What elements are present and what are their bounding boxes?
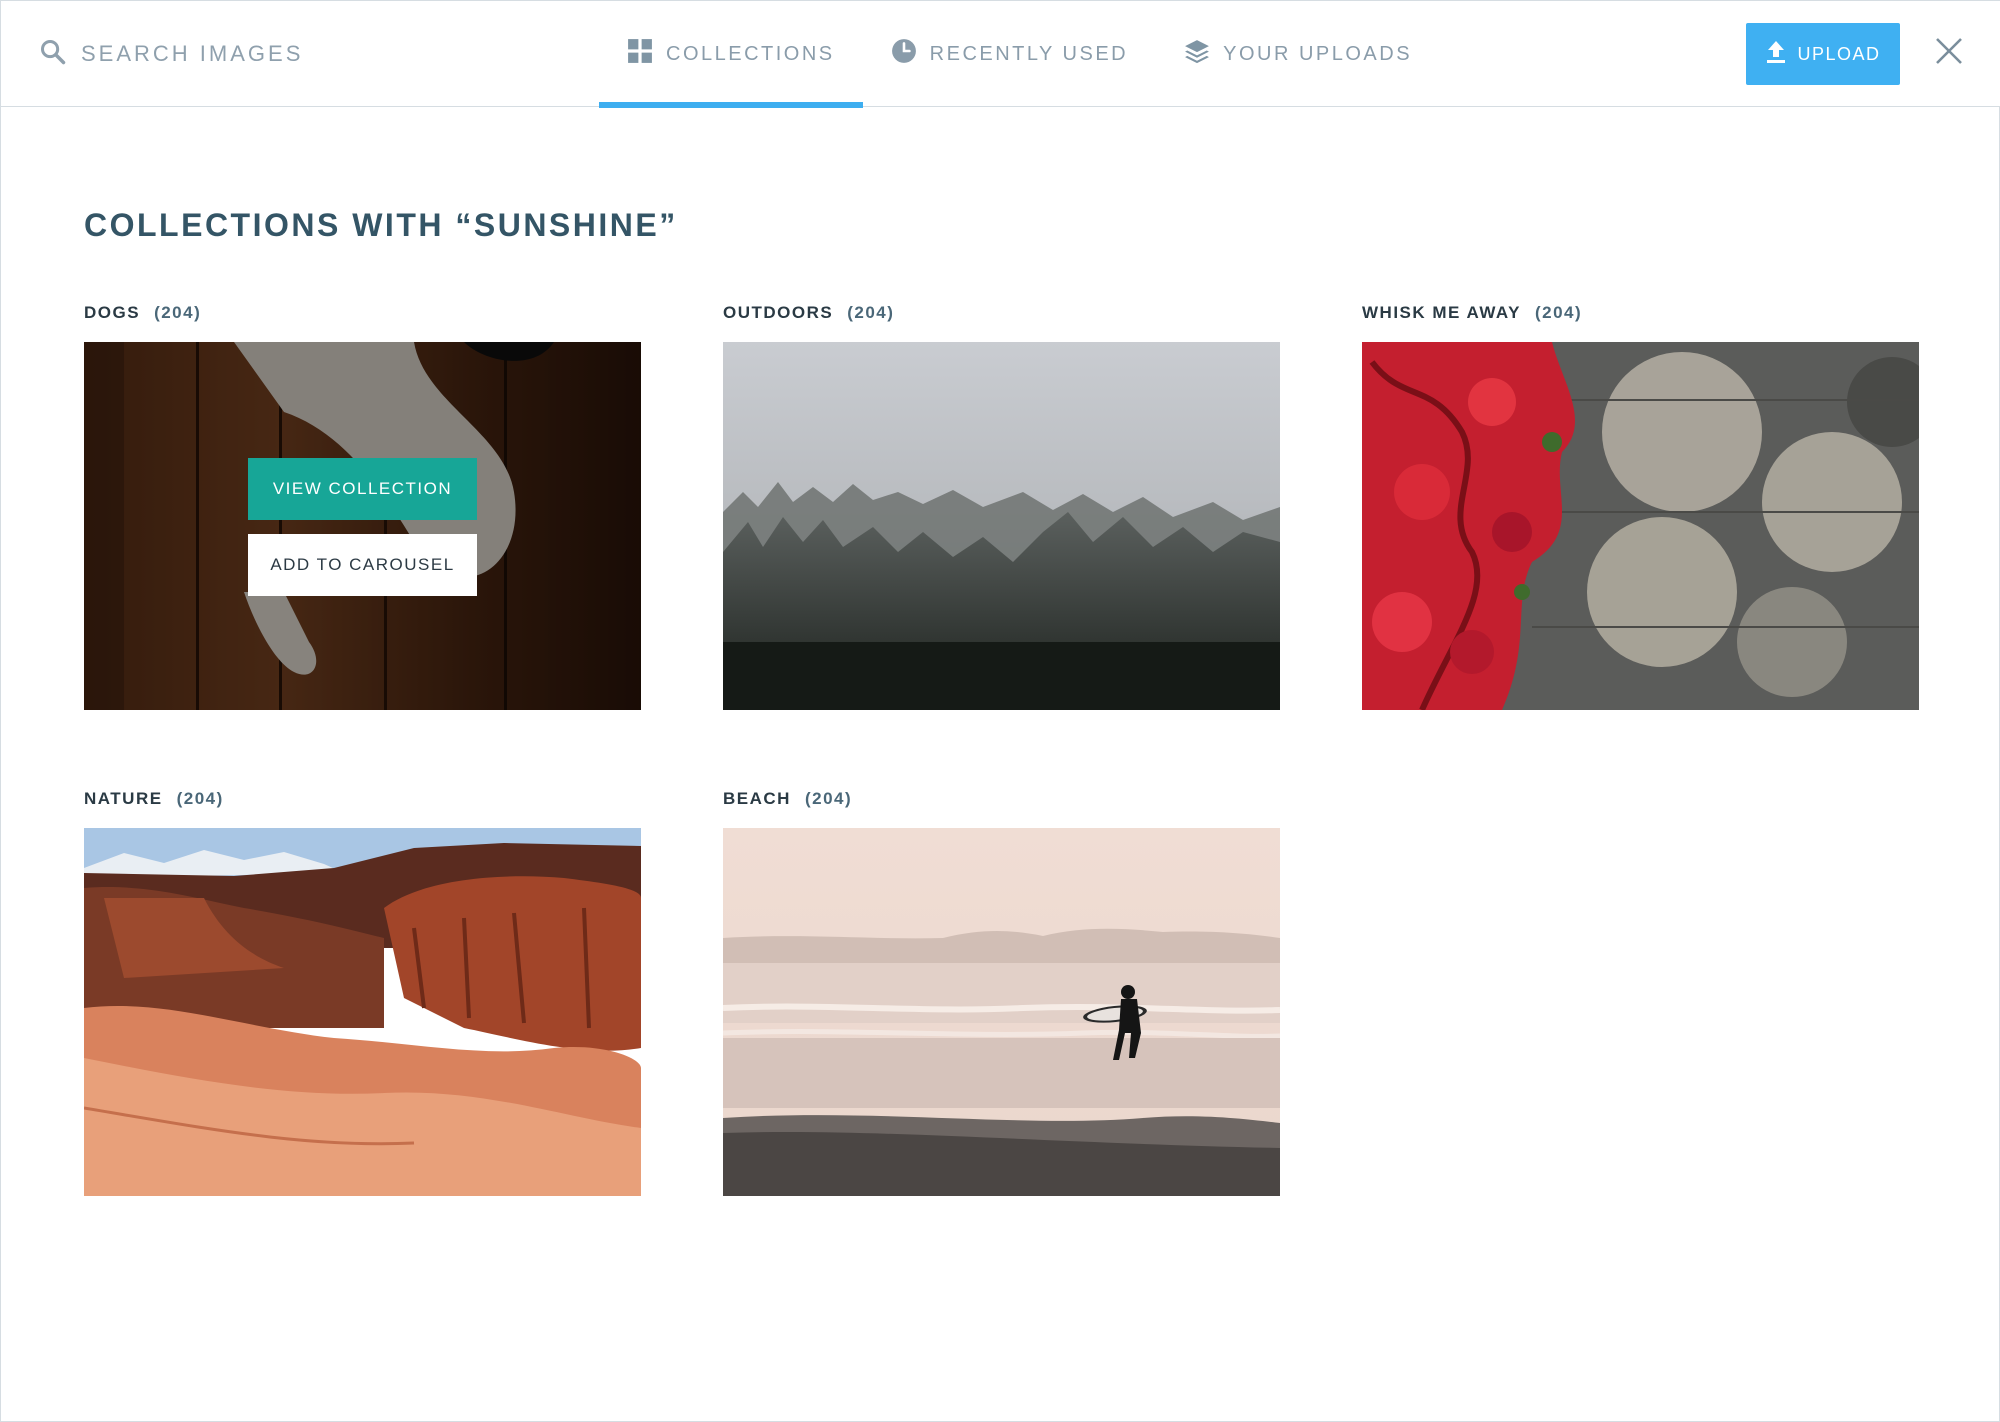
forest-photo (723, 342, 1280, 710)
collection-label: NATURE (204) (84, 784, 641, 814)
collection-thumbnail[interactable] (723, 342, 1280, 710)
top-bar: COLLECTIONS RECENTLY USED YOUR UPLOADS U… (1, 1, 2000, 108)
tab-recently-used[interactable]: RECENTLY USED (863, 1, 1156, 107)
collection-name: WHISK ME AWAY (1362, 303, 1521, 322)
upload-label: UPLOAD (1797, 43, 1881, 64)
clock-icon (891, 38, 917, 70)
collection-count: (204) (1534, 303, 1583, 322)
close-icon (1933, 35, 1965, 72)
upload-icon (1765, 40, 1787, 69)
collection-count: (204) (804, 789, 853, 808)
beach-photo (723, 828, 1280, 1196)
collection-card: DOGS (204) VIEW COLLECTION ADD TO CAROUS… (84, 298, 641, 710)
collection-name: DOGS (84, 303, 141, 322)
collection-name: OUTDOORS (723, 303, 834, 322)
collection-name: NATURE (84, 789, 163, 808)
ivy-photo (1362, 342, 1919, 710)
tab-your-uploads[interactable]: YOUR UPLOADS (1156, 1, 1440, 107)
collection-thumbnail[interactable] (84, 828, 641, 1196)
collection-card: WHISK ME AWAY (204) (1362, 298, 1919, 710)
collection-count: (204) (154, 303, 202, 322)
tab-label: COLLECTIONS (666, 42, 835, 65)
upload-button[interactable]: UPLOAD (1746, 23, 1900, 85)
search-icon (39, 38, 67, 71)
collection-card: OUTDOORS (204) (723, 298, 1280, 710)
tab-collections[interactable]: COLLECTIONS (599, 1, 863, 108)
grid-icon (627, 38, 653, 70)
collection-label: BEACH (204) (723, 784, 1280, 814)
collection-thumbnail[interactable] (723, 828, 1280, 1196)
canyon-photo (84, 828, 641, 1196)
page-title: COLLECTIONS WITH “SUNSHINE” (84, 207, 678, 243)
collection-name: BEACH (723, 789, 791, 808)
add-to-carousel-button[interactable]: ADD TO CAROUSEL (248, 534, 477, 596)
collection-card: NATURE (204) (84, 784, 641, 1196)
collection-card: BEACH (204) (723, 784, 1280, 1196)
collection-label: WHISK ME AWAY (204) (1362, 298, 1919, 328)
search-input[interactable] (81, 41, 401, 67)
tab-label: RECENTLY USED (929, 42, 1129, 65)
stack-icon (1184, 38, 1210, 70)
collection-label: OUTDOORS (204) (723, 298, 1280, 328)
collection-count: (204) (176, 789, 224, 808)
hover-actions: VIEW COLLECTION ADD TO CAROUSEL (248, 458, 477, 596)
close-button[interactable] (1929, 33, 1969, 73)
collection-thumbnail[interactable]: VIEW COLLECTION ADD TO CAROUSEL (84, 342, 641, 710)
collection-label: DOGS (204) (84, 298, 641, 328)
collection-count: (204) (847, 303, 895, 322)
search-bar[interactable] (39, 37, 401, 71)
tab-label: YOUR UPLOADS (1223, 42, 1413, 65)
view-collection-button[interactable]: VIEW COLLECTION (248, 458, 477, 520)
collection-thumbnail[interactable] (1362, 342, 1919, 710)
image-picker-modal: COLLECTIONS RECENTLY USED YOUR UPLOADS U… (0, 0, 2000, 1422)
tab-bar: COLLECTIONS RECENTLY USED YOUR UPLOADS (599, 1, 1440, 108)
